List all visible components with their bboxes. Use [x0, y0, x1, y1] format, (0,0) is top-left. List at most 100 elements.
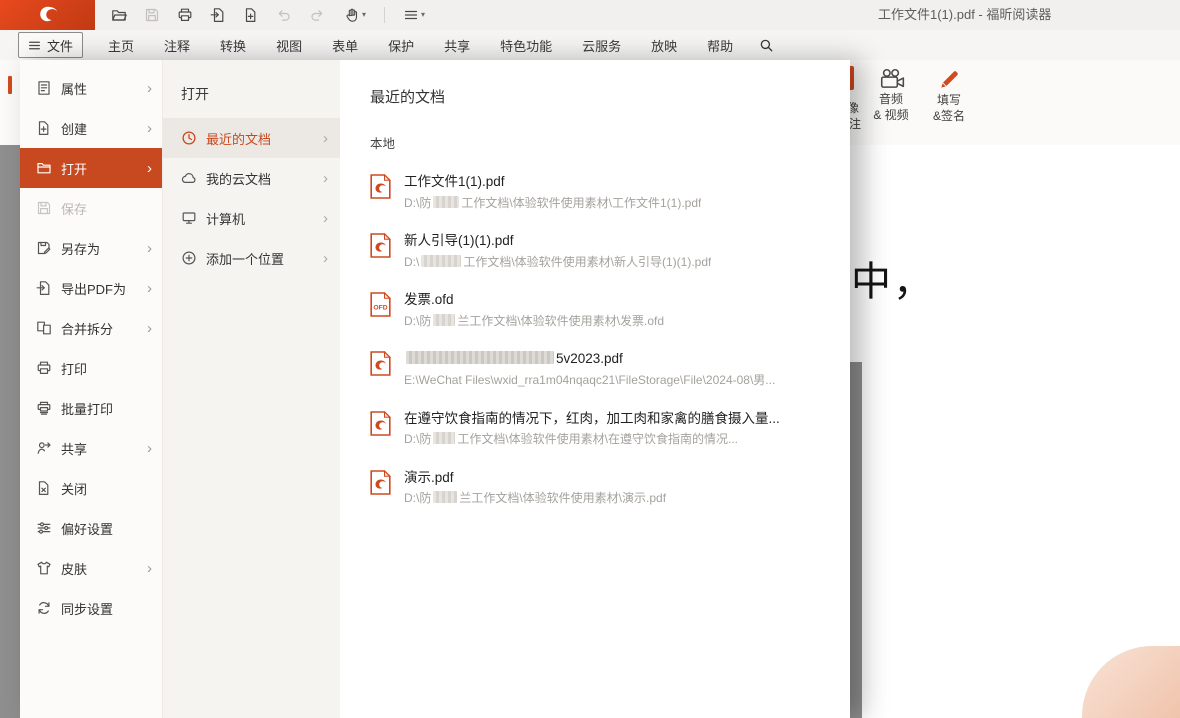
text-segment: D:\防	[404, 314, 431, 328]
open-submenu: 打开 最近的文档›我的云文档›计算机›添加一个位置›	[162, 60, 340, 718]
computer-icon	[181, 210, 197, 226]
file-name: 演示.pdf	[404, 468, 666, 488]
recent-file-row[interactable]: 新人引导(1)(1).pdfD:\工作文档\体验软件使用素材\新人引导(1)(1…	[370, 221, 828, 280]
menubar-item-7[interactable]: 特色功能	[485, 36, 567, 55]
chevron-down-icon: ▾	[421, 11, 425, 19]
open-panel-item-recent-docs[interactable]: 最近的文档›	[163, 118, 340, 158]
menubar-item-6[interactable]: 共享	[429, 36, 485, 55]
text-segment: E:\WeChat Files\wxid_rra1m04nqaqc21\File…	[404, 373, 775, 387]
open-panel-item-cloud-docs[interactable]: 我的云文档›	[163, 158, 340, 198]
share-icon	[36, 440, 52, 456]
new-doc-icon	[243, 7, 259, 23]
menubar-item-5[interactable]: 保护	[373, 36, 429, 55]
search-button[interactable]	[752, 31, 780, 59]
menubar-item-10[interactable]: 帮助	[692, 36, 748, 55]
text-segment: 兰工作文档\体验软件使用素材\发票.ofd	[457, 314, 664, 328]
text-segment: 工作文档\体验软件使用素材\新人引导(1)(1).pdf	[463, 255, 711, 269]
chevron-down-icon: ▾	[362, 11, 366, 19]
view-mode-icon	[403, 7, 419, 23]
pdf-file-icon	[370, 174, 391, 199]
file-menu-item-sync[interactable]: 同步设置	[20, 588, 162, 628]
file-name: 新人引导(1)(1).pdf	[404, 231, 711, 251]
batch-print-icon	[36, 400, 52, 416]
ribbon-button-label: & 视频	[873, 107, 908, 123]
file-path: D:\防兰工作文档\体验软件使用素材\演示.pdf	[404, 491, 666, 507]
magnifier-icon	[759, 38, 774, 53]
ribbon-button-label: &签名	[933, 108, 965, 124]
chevron-right-icon: ›	[147, 561, 152, 576]
chevron-right-icon: ›	[147, 161, 152, 176]
recent-file-row[interactable]: 在遵守饮食指南的情况下，红肉，加工肉和家禽的膳食摄入量... D:\防 工作文档\体…	[370, 399, 828, 458]
open-file-button[interactable]	[105, 2, 132, 28]
open-panel-item-add-place[interactable]: 添加一个位置›	[163, 238, 340, 278]
file-menu-item-print[interactable]: 打印	[20, 348, 162, 388]
text-segment: D:\防	[404, 432, 431, 446]
text-segment: 工作文档\体验软件使用素材\在遵守饮食指南的情况...	[457, 432, 738, 446]
file-menu-item-label: 同步设置	[61, 599, 113, 618]
menubar-item-3[interactable]: 视图	[261, 36, 317, 55]
ofd-file-icon: OFD	[370, 292, 391, 317]
save-icon	[36, 200, 52, 216]
file-menu-item-label: 保存	[61, 199, 87, 218]
recent-file-row[interactable]: OFD发票.ofdD:\防兰工作文档\体验软件使用素材\发票.ofd	[370, 280, 828, 339]
recent-documents-title: 最近的文档	[370, 86, 828, 107]
file-menu-item-skin[interactable]: 皮肤›	[20, 548, 162, 588]
menubar-item-1[interactable]: 注释	[149, 36, 205, 55]
file-menu-item-batch-print[interactable]: 批量打印	[20, 388, 162, 428]
file-menu-item-share[interactable]: 共享›	[20, 428, 162, 468]
export-pdf-button[interactable]	[204, 2, 231, 28]
censored-text	[433, 314, 455, 326]
menubar-item-4[interactable]: 表单	[317, 36, 373, 55]
censored-text	[433, 196, 459, 208]
recent-file-row[interactable]: 演示.pdf D:\防兰工作文档\体验软件使用素材\演示.pdf	[370, 458, 828, 517]
skin-icon	[36, 560, 52, 576]
text-segment: 在遵守饮食指南的情况下，红肉，加工肉和家禽的膳食摄入量...	[404, 411, 780, 426]
file-menu-item-properties[interactable]: 属性›	[20, 68, 162, 108]
file-menu-item-merge-split[interactable]: 合并拆分›	[20, 308, 162, 348]
folder-open-icon	[111, 7, 127, 23]
file-menu-item-label: 关闭	[61, 479, 87, 498]
open-panel-item-label: 添加一个位置	[206, 249, 284, 268]
text-segment: D:\防	[404, 491, 431, 505]
hand-tool-button[interactable]: ▾	[336, 2, 374, 28]
ribbon-button-fill-sign[interactable]: 填写&签名	[922, 64, 976, 140]
chevron-right-icon: ›	[323, 131, 328, 146]
menubar-item-9[interactable]: 放映	[636, 36, 692, 55]
menubar-item-0[interactable]: 主页	[93, 36, 149, 55]
pdf-file-icon	[370, 351, 391, 376]
recent-files-list: 工作文件1(1).pdfD:\防工作文档\体验软件使用素材\工作文件1(1).p…	[370, 162, 828, 517]
saveas-icon	[36, 240, 52, 256]
print-button[interactable]	[171, 2, 198, 28]
chevron-right-icon: ›	[147, 321, 152, 336]
file-menu-item-preferences[interactable]: 偏好设置	[20, 508, 162, 548]
ribbon-button-audio-video[interactable]: 音频& 视频	[862, 64, 920, 140]
file-menu-item-save-as[interactable]: 另存为›	[20, 228, 162, 268]
menubar-item-2[interactable]: 转换	[205, 36, 261, 55]
document-page: 中，	[838, 145, 1180, 362]
file-menu-item-create[interactable]: 创建›	[20, 108, 162, 148]
export-pdf-icon	[210, 7, 226, 23]
add-place-icon	[181, 250, 197, 266]
view-mode-button[interactable]: ▾	[395, 2, 433, 28]
local-section-label: 本地	[370, 133, 828, 152]
file-tab-label: 文件	[47, 36, 73, 55]
recent-file-row[interactable]: 工作文件1(1).pdfD:\防工作文档\体验软件使用素材\工作文件1(1).p…	[370, 162, 828, 221]
recent-file-row[interactable]: 5v2023.pdfE:\WeChat Files\wxid_rra1m04nq…	[370, 339, 828, 398]
file-menu-item-open[interactable]: 打开›	[20, 148, 162, 188]
file-menu-tab[interactable]: 文件	[18, 32, 83, 58]
text-segment: D:\防	[404, 196, 431, 210]
open-panel-item-computer[interactable]: 计算机›	[163, 198, 340, 238]
file-menu-item-label: 属性	[61, 79, 87, 98]
file-menu-item-label: 导出PDF为	[61, 279, 126, 298]
new-document-button[interactable]	[237, 2, 264, 28]
chevron-right-icon: ›	[147, 281, 152, 296]
toolbar-divider	[384, 7, 385, 23]
chevron-right-icon: ›	[147, 441, 152, 456]
document-page	[862, 362, 1180, 718]
undo-button	[270, 2, 297, 28]
file-menu-item-export-pdf[interactable]: 导出PDF为 ›	[20, 268, 162, 308]
menubar-item-8[interactable]: 云服务	[567, 36, 636, 55]
chevron-right-icon: ›	[323, 211, 328, 226]
file-menu-item-close[interactable]: 关闭	[20, 468, 162, 508]
foxit-logo[interactable]	[0, 0, 95, 30]
